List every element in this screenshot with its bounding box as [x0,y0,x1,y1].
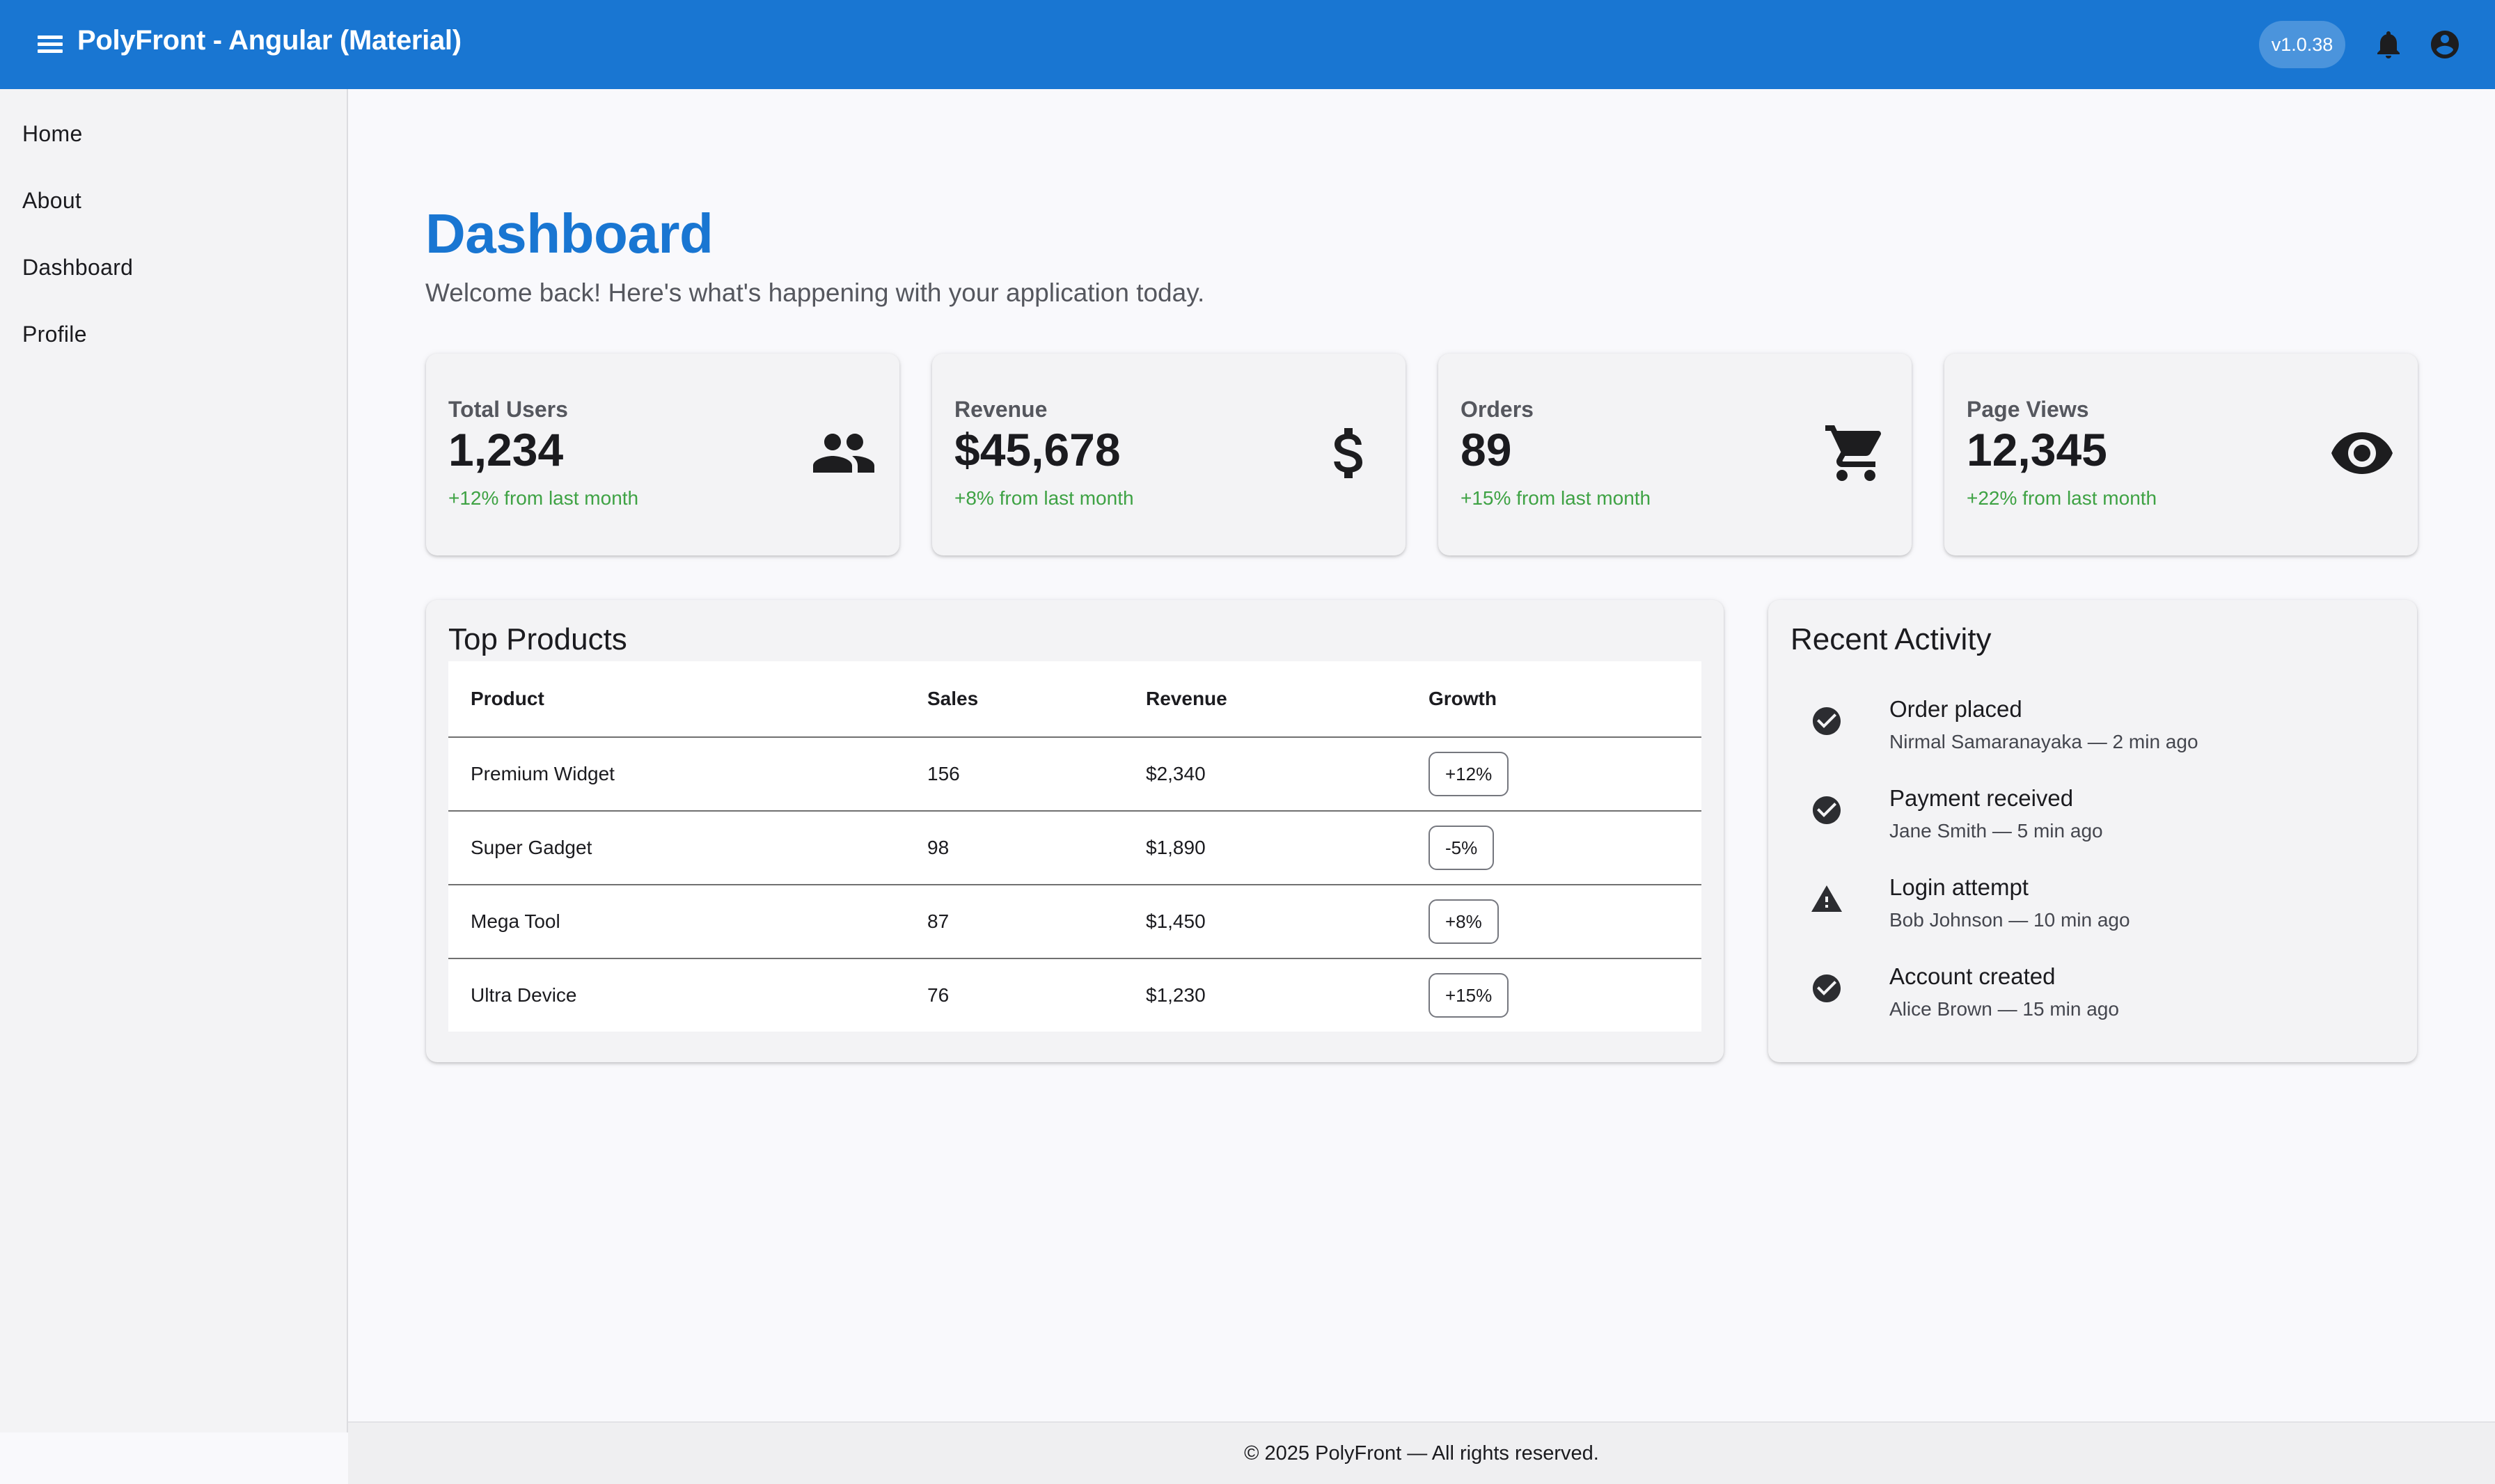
column-header-sales: Sales [927,688,979,709]
activity-meta: Nirmal Samaranayaka — 2 min ago [1889,731,2198,752]
sidebar-item-profile[interactable]: Profile [22,313,322,355]
sidebar: Home About Dashboard Profile [0,89,348,1432]
table-row: Mega Tool 87 $1,450 +8% [448,885,1701,959]
version-chip[interactable]: v1.0.38 [2259,21,2345,68]
check-circle-icon [1810,704,1843,738]
growth-chip[interactable]: -5% [1428,826,1495,870]
growth-cell: +12% [1428,738,1509,810]
growth-chip[interactable]: +8% [1428,899,1499,944]
page-title: Dashboard [425,203,714,265]
stat-label: Orders [1461,397,1534,422]
product-name: Super Gadget [471,837,592,858]
bell-icon[interactable] [2372,28,2405,61]
growth-cell: +15% [1428,959,1509,1032]
stat-value: 1,234 [448,424,564,475]
sidebar-item-dashboard[interactable]: Dashboard [22,246,322,288]
activity-meta: Alice Brown — 15 min ago [1889,998,2119,1020]
product-name: Mega Tool [471,910,560,932]
table-row: Super Gadget 98 $1,890 -5% [448,812,1701,885]
activity-title: Account created [1889,963,2056,989]
product-sales: 156 [927,763,960,784]
stat-change: +12% from last month [448,487,639,509]
eye-icon [2329,420,2395,487]
warning-icon [1810,883,1843,916]
page-subtitle: Welcome back! Here's what's happening wi… [425,278,1205,307]
table-row: Ultra Device 76 $1,230 +15% [448,959,1701,1032]
table-header-row: Product Sales Revenue Growth [448,661,1701,738]
top-products-card: Top Products Product Sales Revenue Growt… [426,600,1724,1062]
check-circle-icon [1810,972,1843,1005]
top-toolbar: PolyFront - Angular (Material) v1.0.38 [0,0,2495,89]
stat-value: $45,678 [954,424,1121,475]
stat-value: 12,345 [1967,424,2107,475]
app-title: PolyFront - Angular (Material) [77,25,462,56]
activity-title: Login attempt [1889,874,2029,900]
list-item: Account created Alice Brown — 15 min ago [1790,958,2389,1034]
footer: © 2025 PolyFront — All rights reserved. [348,1421,2495,1484]
people-icon [810,420,877,487]
recent-activity-card: Recent Activity Order placed Nirmal Sama… [1768,600,2417,1062]
account-circle-icon[interactable] [2428,28,2462,61]
stat-value: 89 [1461,424,1512,475]
product-revenue: $1,450 [1146,910,1206,932]
stat-card-orders: Orders 89 +15% from last month [1438,354,1912,555]
growth-cell: +8% [1428,885,1499,958]
stat-change: +8% from last month [954,487,1134,509]
stat-label: Total Users [448,397,568,422]
activity-title: Order placed [1889,696,2022,722]
column-header-revenue: Revenue [1146,688,1227,709]
stat-label: Page Views [1967,397,2089,422]
column-header-product: Product [471,688,544,709]
product-name: Ultra Device [471,984,577,1006]
list-item: Login attempt Bob Johnson — 10 min ago [1790,869,2389,945]
product-sales: 76 [927,984,950,1006]
growth-chip[interactable]: +12% [1428,752,1509,796]
sidebar-item-about[interactable]: About [22,180,322,221]
product-sales: 98 [927,837,950,858]
activity-meta: Jane Smith — 5 min ago [1889,820,2103,842]
product-revenue: $1,890 [1146,837,1206,858]
product-revenue: $2,340 [1146,763,1206,784]
column-header-growth: Growth [1428,688,1497,709]
recent-activity-title: Recent Activity [1790,622,1992,656]
table-row: Premium Widget 156 $2,340 +12% [448,738,1701,812]
cart-icon [1823,420,1889,487]
dollar-icon [1316,420,1383,487]
check-circle-icon [1810,794,1843,827]
sidebar-item-home[interactable]: Home [22,113,322,155]
list-item: Payment received Jane Smith — 5 min ago [1790,780,2389,856]
top-products-title: Top Products [448,622,627,656]
growth-cell: -5% [1428,812,1495,884]
stat-change: +15% from last month [1461,487,1651,509]
product-revenue: $1,230 [1146,984,1206,1006]
activity-meta: Bob Johnson — 10 min ago [1889,909,2130,931]
product-sales: 87 [927,910,950,932]
stat-change: +22% from last month [1967,487,2157,509]
products-table: Product Sales Revenue Growth Premium Wid… [448,661,1701,1032]
stat-card-page-views: Page Views 12,345 +22% from last month [1944,354,2418,555]
stat-card-total-users: Total Users 1,234 +12% from last month [426,354,899,555]
activity-title: Payment received [1889,785,2074,811]
product-name: Premium Widget [471,763,615,784]
stat-card-revenue: Revenue $45,678 +8% from last month [932,354,1406,555]
growth-chip[interactable]: +15% [1428,973,1509,1018]
list-item: Order placed Nirmal Samaranayaka — 2 min… [1790,690,2389,767]
stat-label: Revenue [954,397,1048,422]
menu-icon[interactable] [33,28,67,61]
